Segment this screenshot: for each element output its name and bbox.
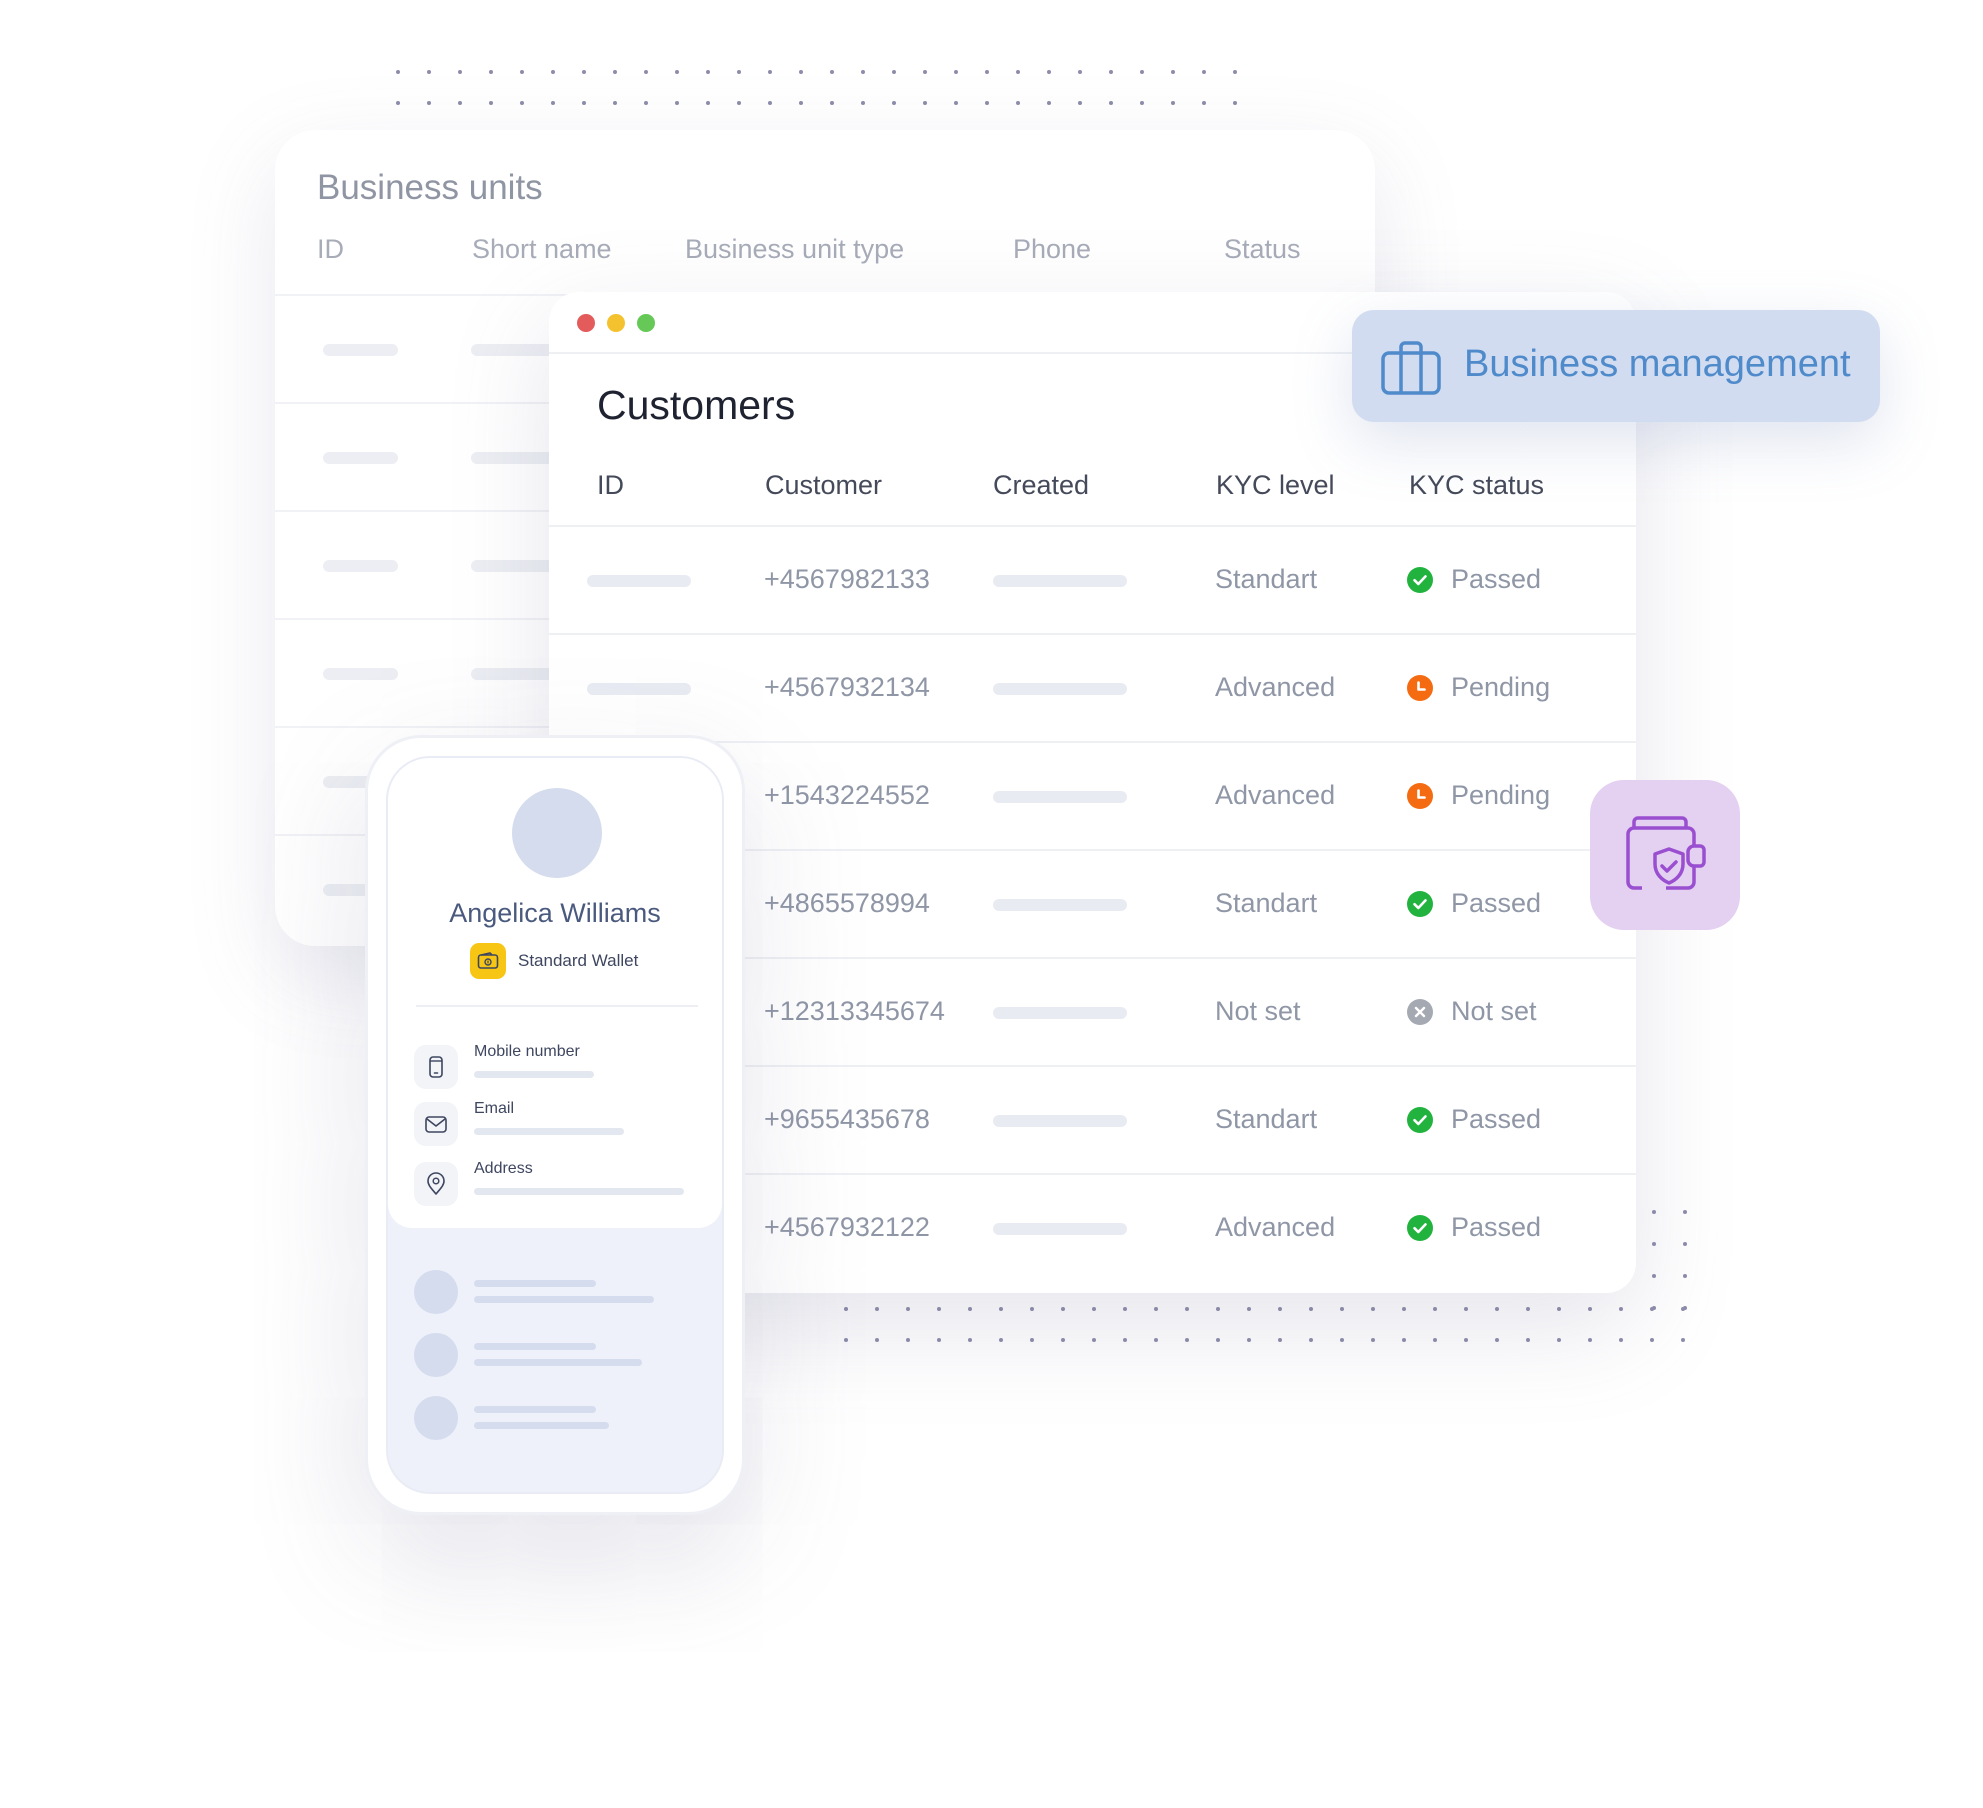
avatar[interactable] <box>512 788 602 878</box>
decorative-dot-grid-bottom <box>844 1307 1685 1342</box>
customer-name: Angelica Williams <box>449 898 661 928</box>
email-value-placeholder <box>474 1128 624 1135</box>
business-management-badge[interactable]: Business management <box>1352 310 1880 422</box>
wallet-icon <box>470 943 506 979</box>
mobile-number-label: Mobile number <box>474 1043 580 1060</box>
kyc-status: Passed <box>1451 1104 1542 1134</box>
bu-column-short-name[interactable]: Short name <box>472 234 612 265</box>
customer-phone: +12313345674 <box>764 996 945 1026</box>
window-minimize-dot[interactable] <box>607 314 625 332</box>
created-placeholder <box>993 683 1127 695</box>
kyc-status: Pending <box>1451 780 1551 810</box>
customer-phone: +4567982133 <box>764 564 930 594</box>
kyc-status: Not set <box>1451 996 1537 1026</box>
kyc-level: Advanced <box>1215 780 1336 810</box>
kyc-status: Passed <box>1451 888 1542 918</box>
customer-profile-card: Angelica Williams Standard Wallet Mobile… <box>388 758 722 1228</box>
phone-screen: Angelica Williams Standard Wallet Mobile… <box>386 756 724 1494</box>
id-placeholder <box>587 575 691 587</box>
customers-title: Customers <box>597 382 796 428</box>
kyc-status: Pending <box>1451 672 1551 702</box>
created-placeholder <box>993 1223 1127 1235</box>
bu-column-status[interactable]: Status <box>1224 234 1301 265</box>
table-row[interactable]: +4567982133 Standart Passed <box>549 525 1636 633</box>
customer-phone: +1543224552 <box>764 780 930 810</box>
check-circle-icon <box>1407 567 1433 593</box>
email-label: Email <box>474 1100 515 1117</box>
kyc-status: Passed <box>1451 564 1542 594</box>
decorative-dot-grid-right <box>1652 1210 1687 1310</box>
window-maximize-dot[interactable] <box>637 314 655 332</box>
created-placeholder <box>993 575 1127 587</box>
id-placeholder <box>587 683 691 695</box>
kyc-level: Not set <box>1215 996 1301 1026</box>
clock-icon <box>1407 783 1433 809</box>
column-kyc-status[interactable]: KYC status <box>1409 470 1544 501</box>
kyc-level: Standart <box>1215 888 1318 918</box>
customer-phone: +4567932134 <box>764 672 930 702</box>
profile-divider <box>416 1005 698 1007</box>
window-close-dot[interactable] <box>577 314 595 332</box>
x-circle-icon <box>1407 999 1433 1025</box>
column-created[interactable]: Created <box>993 470 1089 501</box>
column-customer[interactable]: Customer <box>765 470 882 501</box>
column-id[interactable]: ID <box>597 470 624 501</box>
wallet-type[interactable]: Standard Wallet <box>470 943 638 979</box>
kyc-status: Passed <box>1451 1212 1542 1242</box>
kyc-level: Standart <box>1215 564 1318 594</box>
check-circle-icon <box>1407 1107 1433 1133</box>
customer-phone: +4567932122 <box>764 1212 930 1242</box>
clock-icon <box>1407 675 1433 701</box>
created-placeholder <box>993 1115 1127 1127</box>
created-placeholder <box>993 791 1127 803</box>
address-label: Address <box>474 1160 533 1177</box>
wallet-name: Standard Wallet <box>518 951 639 970</box>
kyc-level: Advanced <box>1215 672 1336 702</box>
created-placeholder <box>993 1007 1127 1019</box>
briefcase-icon <box>1381 341 1441 395</box>
wallet-shield-icon <box>1626 816 1706 890</box>
phone-icon <box>414 1045 458 1089</box>
created-placeholder <box>993 899 1127 911</box>
decorative-dot-grid-top <box>396 70 1237 105</box>
kyc-level: Standart <box>1215 1104 1318 1134</box>
location-pin-icon <box>414 1162 458 1206</box>
mail-icon <box>414 1102 458 1146</box>
check-circle-icon <box>1407 891 1433 917</box>
business-management-label: Business management <box>1464 343 1851 385</box>
wallet-security-tile[interactable] <box>1590 780 1740 930</box>
bu-column-type[interactable]: Business unit type <box>685 234 904 265</box>
table-row[interactable]: +4567932134 Advanced Pending <box>549 633 1636 741</box>
kyc-level: Advanced <box>1215 1212 1336 1242</box>
phone-mockup: Angelica Williams Standard Wallet Mobile… <box>365 735 745 1515</box>
customer-phone: +4865578994 <box>764 888 930 918</box>
bu-column-phone[interactable]: Phone <box>1013 234 1091 265</box>
customer-phone: +9655435678 <box>764 1104 930 1134</box>
column-kyc-level[interactable]: KYC level <box>1216 470 1335 501</box>
business-units-title: Business units <box>317 168 543 207</box>
mobile-number-value-placeholder <box>474 1071 594 1078</box>
bu-column-id[interactable]: ID <box>317 234 344 265</box>
check-circle-icon <box>1407 1215 1433 1241</box>
address-value-placeholder <box>474 1188 684 1195</box>
